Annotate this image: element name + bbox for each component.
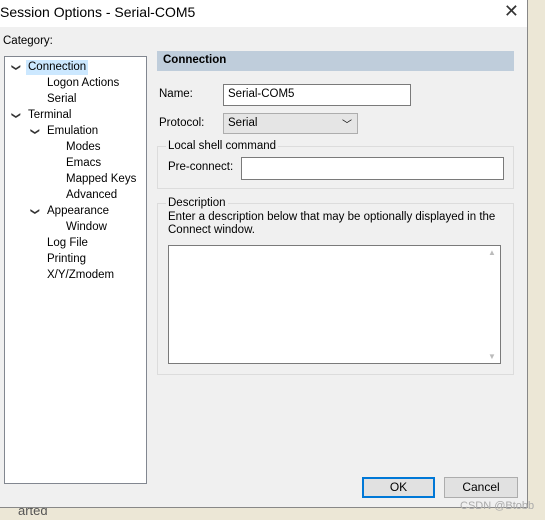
tree-item[interactable]: Emacs [66, 156, 101, 171]
category-label: Category: [3, 35, 53, 47]
tree-item[interactable]: Logon Actions [47, 76, 119, 91]
tree-item[interactable]: Log File [47, 236, 88, 251]
panel-header: Connection [157, 51, 514, 71]
ok-button[interactable]: OK [362, 477, 435, 498]
protocol-select[interactable]: Serial ﹀ [223, 113, 358, 134]
description-textarea[interactable]: ▲ ▼ [168, 245, 501, 364]
watermark: CSDN @Btobb [460, 500, 535, 512]
protocol-value: Serial [228, 117, 258, 129]
chevron-down-icon[interactable]: ❯ [10, 112, 21, 120]
preconnect-label: Pre-connect: [168, 161, 234, 173]
cancel-button[interactable]: Cancel [444, 477, 518, 498]
tree-item[interactable]: Connection [26, 60, 89, 75]
tree-item[interactable]: Window [66, 220, 107, 235]
chevron-down-icon: ﹀ [342, 120, 352, 131]
description-hint: Enter a description below that may be op… [168, 211, 496, 236]
tree-item[interactable]: Emulation [47, 124, 98, 139]
tree-item[interactable]: Appearance [47, 204, 109, 219]
preconnect-input[interactable] [241, 157, 504, 180]
tree-item[interactable]: Printing [47, 252, 86, 267]
title-bar: Session Options - Serial-COM5 ✕ [0, 0, 527, 27]
tree-item[interactable]: Mapped Keys [66, 172, 136, 187]
chevron-down-icon[interactable]: ❯ [29, 208, 40, 216]
protocol-label: Protocol: [159, 117, 205, 129]
category-tree[interactable]: ❯ Connection Logon Actions Serial ❯ Terminal ❯… [4, 56, 147, 484]
description-label: Description [166, 197, 228, 209]
local-shell-label: Local shell command [166, 140, 279, 152]
session-options-dialog: Session Options - Serial-COM5 ✕ Category… [0, 0, 528, 508]
name-label: Name: [159, 88, 193, 100]
tree-item[interactable]: Modes [66, 140, 101, 155]
tree-item[interactable]: X/Y/Zmodem [47, 268, 114, 283]
scroll-up-icon[interactable]: ▲ [488, 248, 496, 257]
scroll-down-icon[interactable]: ▼ [488, 352, 496, 361]
tree-item[interactable]: Advanced [66, 188, 117, 203]
scrollbar[interactable]: ▲ ▼ [484, 246, 500, 363]
chevron-down-icon[interactable]: ❯ [10, 64, 21, 72]
tree-item[interactable]: Terminal [28, 108, 71, 123]
tree-item[interactable]: Serial [47, 92, 76, 107]
chevron-down-icon[interactable]: ❯ [29, 128, 40, 136]
name-input[interactable]: Serial-COM5 [223, 84, 411, 106]
window-title: Session Options - Serial-COM5 [0, 4, 196, 20]
close-icon[interactable]: ✕ [504, 1, 519, 22]
